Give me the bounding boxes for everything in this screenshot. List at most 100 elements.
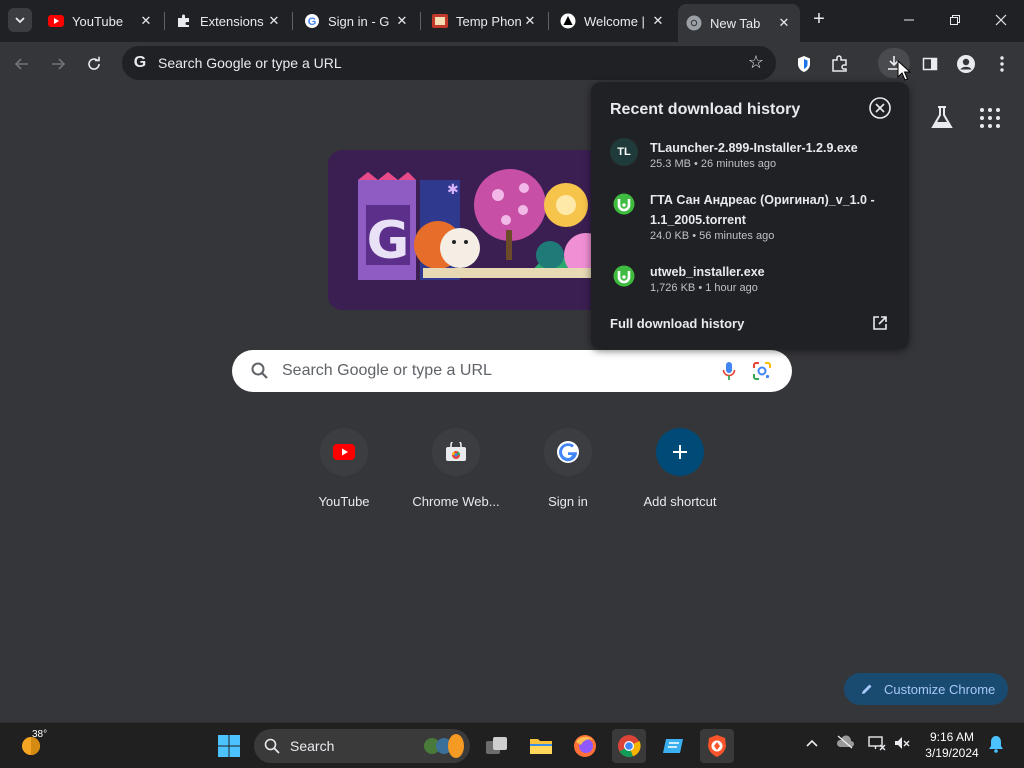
back-button[interactable]	[8, 50, 36, 78]
temp-phone-icon	[432, 13, 448, 29]
download-item[interactable]: utweb_installer.exe 1,726 KB • 1 hour ag…	[610, 262, 890, 302]
profile-button[interactable]	[952, 50, 980, 78]
windows-icon	[218, 735, 240, 757]
shield-extension-button[interactable]	[790, 50, 818, 78]
voice-search-button[interactable]	[722, 361, 736, 386]
tlauncher-icon: TL	[610, 138, 638, 166]
taskbar-app-button[interactable]	[656, 729, 690, 763]
tab-title: Welcome |	[584, 13, 645, 29]
notification-bell-icon[interactable]	[988, 735, 1004, 756]
forward-button[interactable]	[44, 50, 72, 78]
chevron-up-icon[interactable]	[805, 735, 819, 751]
customize-chrome-button[interactable]: Customize Chrome	[844, 673, 1008, 705]
close-icon[interactable]: ✕	[776, 15, 792, 31]
address-bar[interactable]: G Search Google or type a URL ☆	[122, 46, 776, 80]
close-icon[interactable]: ✕	[522, 13, 538, 29]
google-icon: G	[304, 13, 320, 29]
task-view-button[interactable]	[480, 729, 514, 763]
close-icon[interactable]: ✕	[138, 13, 154, 29]
tab-temp-phone[interactable]: Temp Phon ✕	[424, 6, 546, 36]
lens-search-button[interactable]	[752, 361, 772, 386]
tab-new-tab[interactable]: New Tab ✕	[678, 4, 800, 42]
apps-dot	[988, 116, 992, 120]
onedrive-icon[interactable]	[836, 735, 854, 752]
apps-dot	[988, 124, 992, 128]
chrome-labs-button[interactable]	[928, 104, 956, 132]
folder-icon	[530, 739, 552, 754]
taskbar-clock[interactable]: 9:16 AM 3/19/2024	[922, 729, 982, 761]
google-apps-button[interactable]	[978, 106, 1002, 130]
download-item[interactable]: ГТА Сан Андреас (Оригинал)_v_1.0 - 1.1_2…	[610, 190, 890, 250]
shortcut-label: Chrome Web...	[412, 494, 500, 509]
apps-dot	[980, 108, 984, 112]
download-item[interactable]: TL TLauncher-2.899-Installer-1.2.9.exe 2…	[610, 138, 890, 178]
close-icon[interactable]: ✕	[650, 13, 666, 29]
shortcut-icon-tile	[320, 428, 368, 476]
firefox-icon	[574, 735, 596, 757]
taskbar-search[interactable]: Search	[254, 729, 470, 763]
reload-button[interactable]	[80, 50, 108, 78]
close-icon[interactable]: ✕	[394, 13, 410, 29]
close-icon	[995, 14, 1007, 26]
customize-label: Customize Chrome	[884, 681, 996, 697]
download-history-popup: Recent download history TL TLauncher-2.8…	[591, 82, 909, 349]
start-button[interactable]	[212, 729, 246, 763]
open-external-button[interactable]	[872, 315, 888, 336]
welcome-icon	[560, 13, 576, 29]
file-explorer-button[interactable]	[524, 729, 558, 763]
tab-extensions[interactable]: Extensions ✕	[168, 6, 290, 36]
shortcut-youtube[interactable]: YouTube	[288, 428, 400, 509]
tab-sign-in[interactable]: G Sign in - G ✕	[296, 6, 418, 36]
firefox-button[interactable]	[568, 729, 602, 763]
close-popup-button[interactable]	[869, 97, 891, 119]
menu-button[interactable]	[988, 50, 1016, 78]
puzzle-icon	[832, 55, 847, 72]
tab-title: Sign in - G	[328, 13, 390, 29]
new-tab-button[interactable]: +	[808, 9, 830, 31]
shortcut-chrome-web-store[interactable]: Chrome Web...	[400, 428, 512, 509]
close-window-button[interactable]	[978, 0, 1024, 40]
download-filename: ГТА Сан Андреас (Оригинал)_v_1.0 - 1.1_2…	[650, 193, 875, 227]
apps-dot	[996, 116, 1000, 120]
restore-button[interactable]	[932, 0, 978, 40]
tab-separator	[164, 12, 165, 30]
brave-button[interactable]	[700, 729, 734, 763]
search-box[interactable]: Search Google or type a URL	[232, 350, 792, 392]
side-panel-button[interactable]	[916, 50, 944, 78]
shortcut-label: Sign in	[548, 494, 588, 509]
volume-muted-icon[interactable]	[894, 735, 910, 754]
search-icon	[251, 362, 268, 379]
google-doodle[interactable]: G ✱	[328, 150, 628, 310]
avatar-icon	[957, 55, 975, 73]
shortcut-add[interactable]: Add shortcut	[624, 428, 736, 509]
download-meta: 1,726 KB • 1 hour ago	[650, 282, 758, 294]
close-icon[interactable]: ✕	[266, 13, 282, 29]
minimize-button[interactable]	[886, 0, 932, 40]
svg-text:G: G	[308, 16, 317, 28]
download-meta: 25.3 MB • 26 minutes ago	[650, 158, 777, 170]
google-icon: G	[133, 54, 147, 71]
shortcut-icon-tile	[544, 428, 592, 476]
bookmark-star-icon[interactable]: ☆	[748, 52, 764, 73]
extensions-button[interactable]	[826, 50, 854, 78]
clock-date: 3/19/2024	[925, 746, 979, 760]
side-panel-icon	[922, 57, 938, 71]
chrome-taskbar-button[interactable]	[612, 729, 646, 763]
network-icon[interactable]	[868, 735, 886, 754]
full-download-history-link[interactable]: Full download history	[610, 316, 744, 331]
tab-welcome[interactable]: Welcome | ✕	[552, 6, 674, 36]
apps-dot	[988, 108, 992, 112]
shortcut-label: YouTube	[318, 494, 370, 509]
shortcut-sign-in[interactable]: Sign in	[512, 428, 624, 509]
shortcut-icon-tile	[432, 428, 480, 476]
tab-separator	[548, 12, 549, 30]
brave-icon	[708, 735, 726, 757]
search-icon	[264, 738, 280, 754]
apps-dot	[996, 108, 1000, 112]
tab-search-button[interactable]	[8, 8, 32, 32]
weather-widget[interactable]: 38°	[20, 729, 50, 761]
microphone-icon	[722, 362, 736, 380]
apps-dot	[996, 124, 1000, 128]
tab-youtube[interactable]: YouTube ✕	[40, 6, 162, 36]
download-meta: 24.0 KB • 56 minutes ago	[650, 230, 775, 242]
